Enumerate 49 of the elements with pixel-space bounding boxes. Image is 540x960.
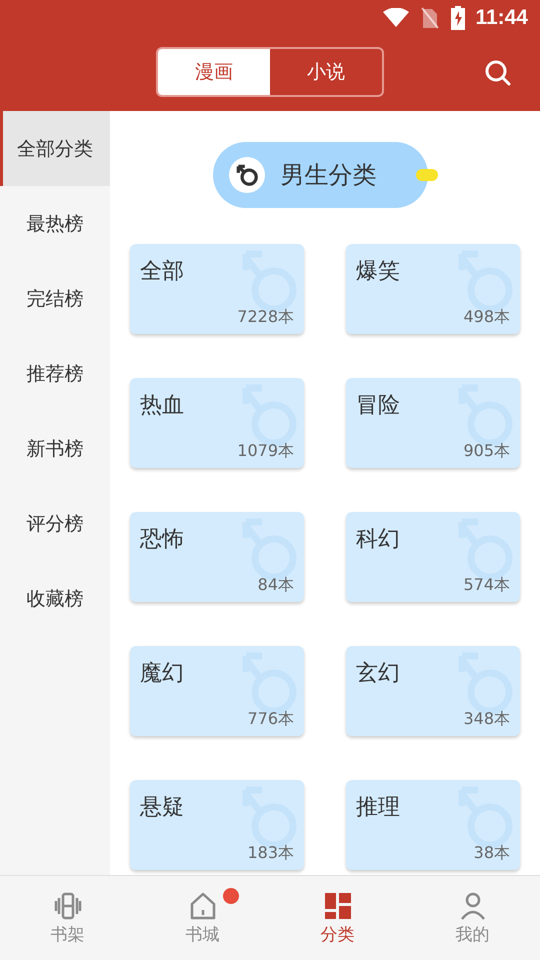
book-count: 7228本 — [237, 307, 294, 328]
book-count: 1079本 — [237, 441, 294, 462]
battery-icon — [451, 6, 466, 30]
category-name: 热血 — [140, 392, 184, 420]
sidebar-item[interactable]: 新书榜 — [0, 411, 110, 486]
section-title: 男生分类 — [280, 160, 376, 191]
category-card[interactable]: 科幻 574本 — [346, 512, 520, 602]
category-name: 推理 — [356, 794, 400, 822]
nav-tab[interactable]: 分类 — [270, 876, 405, 960]
status-time: 11:44 — [475, 6, 528, 30]
category-card[interactable]: 悬疑 183本 — [130, 780, 304, 870]
male-icon — [228, 157, 264, 193]
category-card[interactable]: 推理 38本 — [346, 780, 520, 870]
wifi-icon — [383, 8, 410, 28]
no-sim-icon — [421, 7, 440, 29]
category-name: 魔幻 — [140, 660, 184, 688]
category-name: 冒险 — [356, 392, 400, 420]
book-count: 776本 — [247, 709, 294, 730]
category-name: 恐怖 — [140, 526, 184, 554]
search-icon[interactable] — [484, 59, 512, 87]
bookshelf-icon — [52, 890, 82, 920]
category-card[interactable]: 魔幻 776本 — [130, 646, 304, 736]
sidebar-item[interactable]: 推荐榜 — [0, 336, 110, 411]
category-card[interactable]: 恐怖 84本 — [130, 512, 304, 602]
book-count: 574本 — [463, 575, 510, 596]
sidebar-item[interactable]: 收藏榜 — [0, 561, 110, 636]
category-name: 玄幻 — [356, 660, 400, 688]
sidebar-item[interactable]: 评分榜 — [0, 486, 110, 561]
book-count: 183本 — [247, 843, 294, 864]
category-card[interactable]: 全部 7228本 — [130, 244, 304, 334]
book-count: 905本 — [463, 441, 510, 462]
category-card[interactable]: 热血 1079本 — [130, 378, 304, 468]
category-card[interactable]: 冒险 905本 — [346, 378, 520, 468]
book-count: 498本 — [463, 307, 510, 328]
sidebar-item[interactable]: 最热榜 — [0, 186, 110, 261]
category-name: 悬疑 — [140, 794, 184, 822]
category-name: 全部 — [140, 258, 184, 286]
tab[interactable]: 漫画 — [158, 48, 270, 94]
sidebar-item[interactable]: 完结榜 — [0, 261, 110, 336]
sidebar-item[interactable]: 全部分类 — [0, 111, 110, 186]
tab[interactable]: 小说 — [270, 48, 382, 94]
category-name: 科幻 — [356, 526, 400, 554]
book-count: 38本 — [474, 843, 510, 864]
category-name: 爆笑 — [356, 258, 400, 286]
book-count: 348本 — [463, 709, 510, 730]
category-card[interactable]: 玄幻 348本 — [346, 646, 520, 736]
grid-icon — [322, 890, 352, 920]
book-count: 84本 — [258, 575, 294, 596]
category-card[interactable]: 爆笑 498本 — [346, 244, 520, 334]
